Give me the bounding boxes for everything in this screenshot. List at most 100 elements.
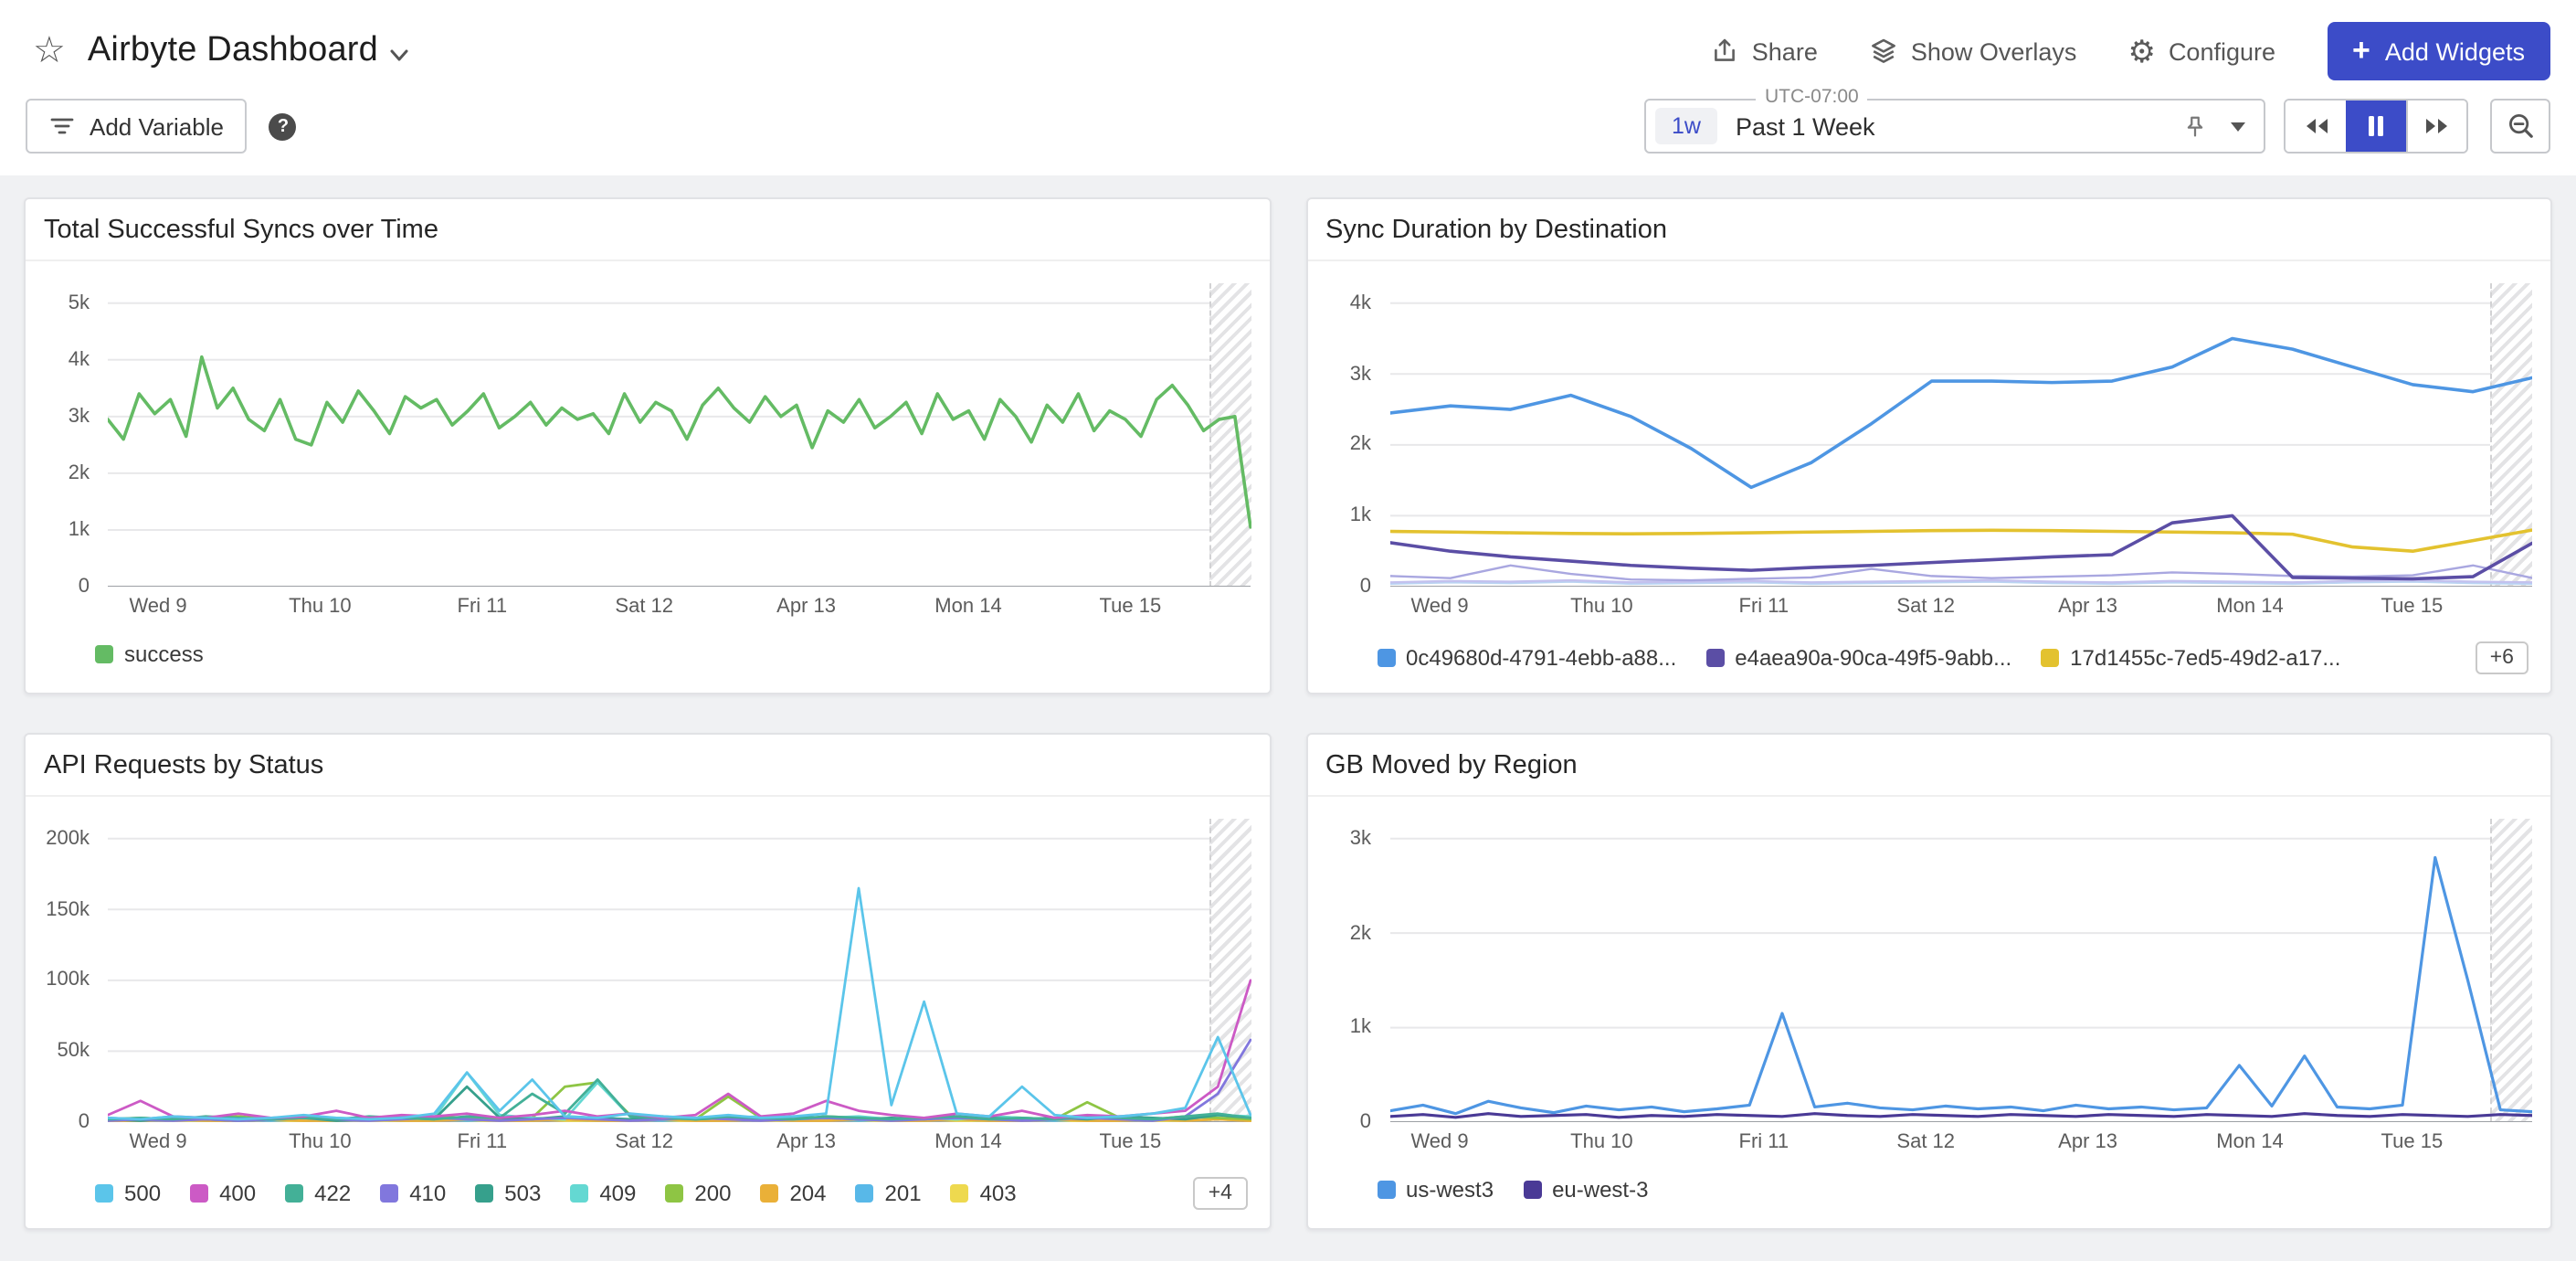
- x-tick-label: Mon 14: [934, 1131, 1001, 1153]
- share-button[interactable]: Share: [1710, 37, 1818, 66]
- legend-item[interactable]: 503: [475, 1181, 541, 1206]
- legend-item[interactable]: 500: [95, 1181, 161, 1206]
- legend: us-west3 eu-west-3: [1377, 1177, 2528, 1221]
- picker-caret-down-icon[interactable]: [2231, 122, 2245, 131]
- legend-item[interactable]: 0c49680d-4791-4ebb-a88...: [1377, 645, 1676, 671]
- legend-item[interactable]: 200: [665, 1181, 731, 1206]
- x-tick-label: Sat 12: [1896, 596, 1955, 618]
- legend-swatch: [1523, 1181, 1541, 1199]
- widget-gb-moved-by-region: GB Moved by Region 01k2k3k Wed 9Thu 10Fr…: [1305, 733, 2552, 1230]
- configure-button[interactable]: ⚙ Configure: [2127, 36, 2275, 67]
- legend-label: 403: [980, 1181, 1017, 1206]
- legend-label: 400: [219, 1181, 256, 1206]
- legend-swatch: [95, 1184, 113, 1203]
- legend-item[interactable]: us-west3: [1377, 1177, 1494, 1203]
- pin-icon[interactable]: [2181, 112, 2209, 140]
- legend-overflow-badge[interactable]: +4: [1194, 1177, 1247, 1210]
- x-tick-label: Tue 15: [1100, 596, 1162, 618]
- chart-body: 01k2k3k4k5k Wed 9Thu 10Fri 11Sat 12Apr 1…: [26, 283, 1251, 587]
- legend-swatch: [1377, 1181, 1395, 1199]
- legend-item[interactable]: 17d1455c-7ed5-49d2-a17...: [2041, 645, 2340, 671]
- rewind-icon: [2301, 115, 2330, 137]
- widget-title: API Requests by Status: [26, 735, 1269, 797]
- page-title: Airbyte Dashboard: [88, 31, 378, 71]
- legend-label: 204: [789, 1181, 826, 1206]
- x-tick-label: Sat 12: [615, 1131, 673, 1153]
- y-tick-label: 0: [1360, 1111, 1371, 1133]
- legend-item[interactable]: 400: [190, 1181, 256, 1206]
- plot-area[interactable]: Wed 9Thu 10Fri 11Sat 12Apr 13Mon 14Tue 1…: [1389, 819, 2532, 1122]
- legend-item[interactable]: 204: [760, 1181, 826, 1206]
- timezone-label: UTC-07:00: [1756, 86, 1868, 108]
- x-tick-label: Apr 13: [2058, 1131, 2117, 1153]
- zoom-out-button[interactable]: [2490, 99, 2550, 154]
- time-forward-button[interactable]: [2406, 101, 2466, 152]
- y-axis-labels: 01k2k3k: [1307, 819, 1389, 1122]
- x-tick-label: Wed 9: [1410, 1131, 1468, 1153]
- legend-item[interactable]: 403: [951, 1181, 1017, 1206]
- legend-item[interactable]: success: [95, 641, 204, 667]
- legend-item[interactable]: 409: [570, 1181, 636, 1206]
- legend-label: 17d1455c-7ed5-49d2-a17...: [2070, 645, 2340, 671]
- filter-icon: [49, 115, 75, 137]
- legend-item[interactable]: e4aea90a-90ca-49f5-9abb...: [1705, 645, 2011, 671]
- add-widgets-button[interactable]: + Add Widgets: [2327, 22, 2550, 80]
- legend-label: 500: [124, 1181, 161, 1206]
- legend-item[interactable]: 410: [380, 1181, 446, 1206]
- plot-area[interactable]: Wed 9Thu 10Fri 11Sat 12Apr 13Mon 14Tue 1…: [108, 283, 1251, 587]
- help-icon[interactable]: ?: [269, 112, 297, 140]
- share-label: Share: [1752, 37, 1818, 65]
- legend-swatch: [95, 645, 113, 663]
- x-tick-label: Wed 9: [129, 1131, 186, 1153]
- fast-forward-icon: [2423, 115, 2452, 137]
- x-axis-labels: Wed 9Thu 10Fri 11Sat 12Apr 13Mon 14Tue 1…: [1389, 1122, 2532, 1159]
- legend-overflow-badge[interactable]: +6: [2476, 641, 2528, 674]
- show-overlays-button[interactable]: Show Overlays: [1869, 37, 2077, 66]
- legend-item[interactable]: 201: [856, 1181, 922, 1206]
- legend-label: us-west3: [1406, 1177, 1494, 1203]
- legend-swatch: [2041, 649, 2059, 667]
- show-overlays-label: Show Overlays: [1911, 37, 2077, 65]
- y-tick-label: 3k: [69, 406, 90, 428]
- legend-label: 422: [314, 1181, 351, 1206]
- y-tick-label: 150k: [46, 898, 90, 920]
- legend-swatch: [1377, 649, 1395, 667]
- time-range-picker[interactable]: UTC-07:00 1w Past 1 Week: [1644, 99, 2265, 154]
- dashboard-page: ☆ Airbyte Dashboard Share Show Overlays …: [0, 0, 2576, 1261]
- legend: 0c49680d-4791-4ebb-a88... e4aea90a-90ca-4…: [1377, 641, 2528, 693]
- x-tick-label: Tue 15: [2381, 596, 2444, 618]
- time-range-chip: 1w: [1655, 108, 1717, 144]
- legend-swatch: [190, 1184, 208, 1203]
- plot-area[interactable]: Wed 9Thu 10Fri 11Sat 12Apr 13Mon 14Tue 1…: [108, 819, 1251, 1122]
- x-tick-label: Mon 14: [2216, 1131, 2283, 1153]
- y-axis-labels: 01k2k3k4k: [1307, 283, 1389, 587]
- x-tick-label: Apr 13: [776, 1131, 836, 1153]
- legend-swatch: [665, 1184, 683, 1203]
- pause-button[interactable]: [2346, 101, 2406, 152]
- legend-swatch: [570, 1184, 588, 1203]
- legend-swatch: [475, 1184, 493, 1203]
- share-icon: [1710, 37, 1739, 66]
- favorite-star-icon[interactable]: ☆: [26, 33, 73, 69]
- x-tick-label: Sat 12: [615, 596, 673, 618]
- chart-body: 050k100k150k200k Wed 9Thu 10Fri 11Sat 12…: [26, 819, 1251, 1122]
- y-tick-label: 0: [79, 576, 90, 598]
- y-tick-label: 50k: [58, 1040, 90, 1062]
- widget-title: Total Successful Syncs over Time: [26, 199, 1269, 261]
- x-tick-label: Sat 12: [1896, 1131, 1955, 1153]
- time-backward-button[interactable]: [2286, 101, 2346, 152]
- legend-swatch: [760, 1184, 778, 1203]
- x-tick-label: Thu 10: [289, 1131, 352, 1153]
- x-tick-label: Apr 13: [776, 596, 836, 618]
- y-tick-label: 0: [1360, 576, 1371, 598]
- legend-item[interactable]: 422: [285, 1181, 351, 1206]
- x-axis-labels: Wed 9Thu 10Fri 11Sat 12Apr 13Mon 14Tue 1…: [108, 587, 1251, 623]
- legend-item[interactable]: eu-west-3: [1523, 1177, 1648, 1203]
- time-range-label: Past 1 Week: [1736, 112, 1875, 140]
- legend: success: [95, 641, 1247, 685]
- title-chevron-down-icon[interactable]: [389, 45, 409, 65]
- add-variable-button[interactable]: Add Variable: [26, 99, 248, 154]
- chart-body: 01k2k3k4k Wed 9Thu 10Fri 11Sat 12Apr 13M…: [1307, 283, 2532, 587]
- plot-area[interactable]: Wed 9Thu 10Fri 11Sat 12Apr 13Mon 14Tue 1…: [1389, 283, 2532, 587]
- zoom-out-icon: [2506, 111, 2535, 141]
